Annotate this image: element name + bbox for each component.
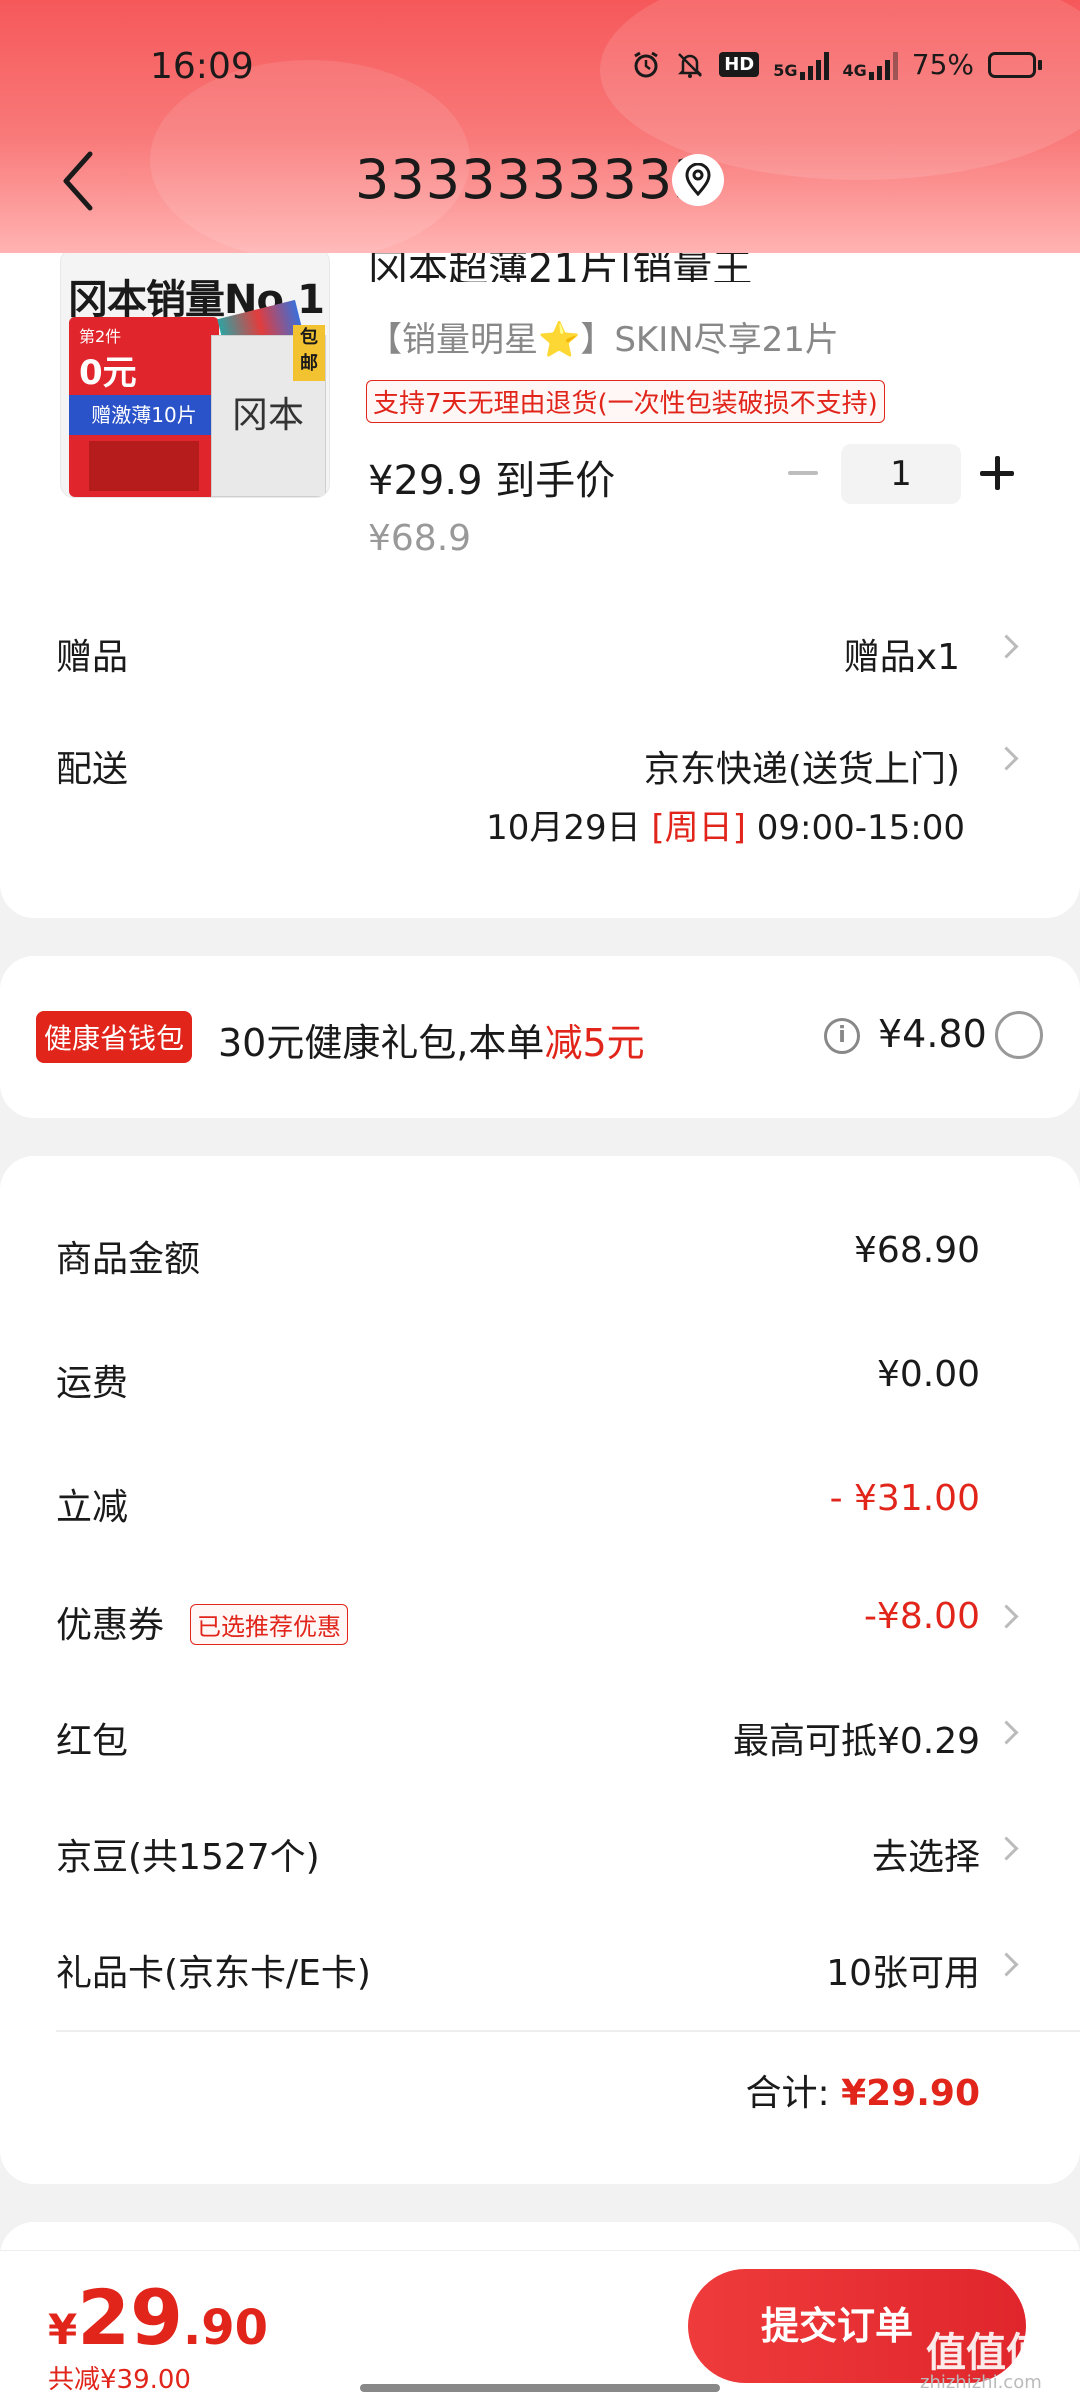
return-policy-tag: 支持7天无理由退货(一次性包装破损不支持) <box>366 380 885 423</box>
hd-icon: HD <box>719 52 760 77</box>
price-integer: 29 <box>77 2273 183 2362</box>
price-decimal: .90 <box>183 2300 269 2356</box>
gift-value[interactable]: 赠品x1 <box>844 628 960 680</box>
chevron-right-icon[interactable] <box>998 744 1016 774</box>
page-title[interactable]: 3333333333 <box>355 148 709 211</box>
health-wallet-tag: 健康省钱包 <box>36 1011 193 1063</box>
product-thumbnail[interactable]: 冈本销量No.1 第2件 0元 赠激薄10片 冈本 包邮 <box>60 248 330 498</box>
coupon-tag: 已选推荐优惠 <box>190 1604 348 1645</box>
goods-amount-label: 商品金额 <box>56 1239 201 1280</box>
red-packet-label: 红包 <box>56 1721 129 1762</box>
thumb-package-image <box>89 441 199 491</box>
coupon-label: 优惠券 <box>56 1605 165 1646</box>
thumb-line1: 第2件 <box>79 327 122 346</box>
coupon-value[interactable]: -¥8.00 <box>864 1596 980 1637</box>
price-original: ¥68.9 <box>368 518 472 559</box>
delivery-time-window: 09:00-15:00 <box>756 808 965 848</box>
health-wallet-card[interactable]: 健康省钱包 30元健康礼包,本单减5元 i ¥4.80 <box>0 956 1080 1118</box>
home-indicator[interactable] <box>360 2384 720 2392</box>
chevron-right-icon[interactable] <box>998 1950 1016 1980</box>
signal-5g: 5G <box>773 50 829 80</box>
thumb-line2: 0元 <box>79 353 137 393</box>
info-icon[interactable]: i <box>824 1018 860 1054</box>
divider <box>56 2030 1080 2032</box>
total-label: 合计: <box>745 2073 830 2114</box>
instant-discount-value: - ¥31.00 <box>829 1478 980 1519</box>
chevron-right-icon[interactable] <box>998 632 1016 662</box>
quantity-input[interactable]: 1 <box>841 444 961 504</box>
delivery-label: 配送 <box>56 749 129 790</box>
total-saved: 共减¥39.00 <box>48 2365 191 2395</box>
net1-label: 5G <box>773 60 798 80</box>
shipping-value: ¥0.00 <box>876 1354 980 1395</box>
red-packet-value[interactable]: 最高可抵¥0.29 <box>733 1712 980 1764</box>
header: 16:09 HD 5G 4G 75% 3333333333 <box>0 0 1080 253</box>
back-chevron-icon[interactable] <box>52 146 112 216</box>
battery-icon <box>988 51 1042 78</box>
quantity-increase-button[interactable] <box>972 448 1024 500</box>
delivery-date[interactable]: 10月29日 [周日] 09:00-15:00 <box>486 800 965 849</box>
location-button[interactable] <box>672 154 724 206</box>
delivery-value[interactable]: 京东快递(送货上门) <box>644 740 960 792</box>
status-icons: HD 5G 4G 75% <box>631 48 1042 81</box>
total-value: ¥29.90 <box>841 2073 980 2114</box>
price-now: ¥29.9 到手价 <box>368 458 616 504</box>
product-subtitle: 【销量明星⭐】SKIN尽享21片 <box>368 320 839 360</box>
alarm-icon <box>634 51 658 77</box>
chevron-right-icon[interactable] <box>998 1834 1016 1864</box>
watermark-url: zhizhizhi.com <box>920 2372 1042 2393</box>
minus-icon <box>788 471 818 475</box>
net2-label: 4G <box>842 60 867 80</box>
jingdou-value[interactable]: 去选择 <box>872 1828 980 1880</box>
location-pin-icon <box>685 163 711 197</box>
bottom-total-price: ¥29.90 <box>48 2273 268 2362</box>
health-wallet-prefix: 30元健康礼包,本单 <box>218 1021 545 1065</box>
signal-4g: 4G <box>843 50 898 80</box>
chevron-right-icon[interactable] <box>998 1718 1016 1748</box>
quantity-decrease-button[interactable] <box>778 448 828 498</box>
health-wallet-amount: ¥4.80 <box>878 1012 987 1056</box>
battery-percent: 75% <box>911 48 974 81</box>
health-wallet-text: 30元健康礼包,本单减5元 <box>218 1012 645 1067</box>
total-line: 合计: ¥29.90 <box>745 2064 980 2116</box>
thumb-brand: 冈本 <box>232 395 305 436</box>
signal-icon <box>868 50 898 80</box>
chevron-right-icon[interactable] <box>998 1602 1016 1632</box>
goods-amount-value: ¥68.90 <box>854 1230 980 1271</box>
health-wallet-highlight: 减5元 <box>544 1021 645 1065</box>
status-time: 16:09 <box>150 46 254 87</box>
gift-card-label: 礼品卡(京东卡/E卡) <box>56 1953 371 1994</box>
instant-discount-label: 立减 <box>56 1487 129 1528</box>
delivery-date-day: 10月29日 <box>486 808 641 848</box>
thumb-badge: 包邮 <box>293 325 325 381</box>
health-wallet-radio[interactable] <box>995 1011 1043 1059</box>
price-currency: ¥ <box>48 2305 78 2354</box>
order-summary-card: 商品金额 ¥68.90 运费 ¥0.00 立减 - ¥31.00 优惠券 已选推… <box>0 1156 1080 2184</box>
delivery-weekday: [周日] <box>651 808 746 848</box>
bottom-bar: ¥29.90 共减¥39.00 提交订单 <box>0 2250 1080 2400</box>
signal-icon <box>799 50 829 80</box>
gift-label: 赠品 <box>56 637 129 678</box>
thumb-line3: 赠激薄10片 <box>69 395 219 435</box>
mute-bell-icon <box>678 52 703 78</box>
watermark: 值值值 <box>926 2330 1046 2376</box>
gift-card-value[interactable]: 10张可用 <box>826 1944 980 1996</box>
jingdou-label: 京豆(共1527个) <box>56 1837 320 1878</box>
thumb-promo-box: 第2件 0元 赠激薄10片 <box>69 317 219 497</box>
shipping-label: 运费 <box>56 1363 129 1404</box>
